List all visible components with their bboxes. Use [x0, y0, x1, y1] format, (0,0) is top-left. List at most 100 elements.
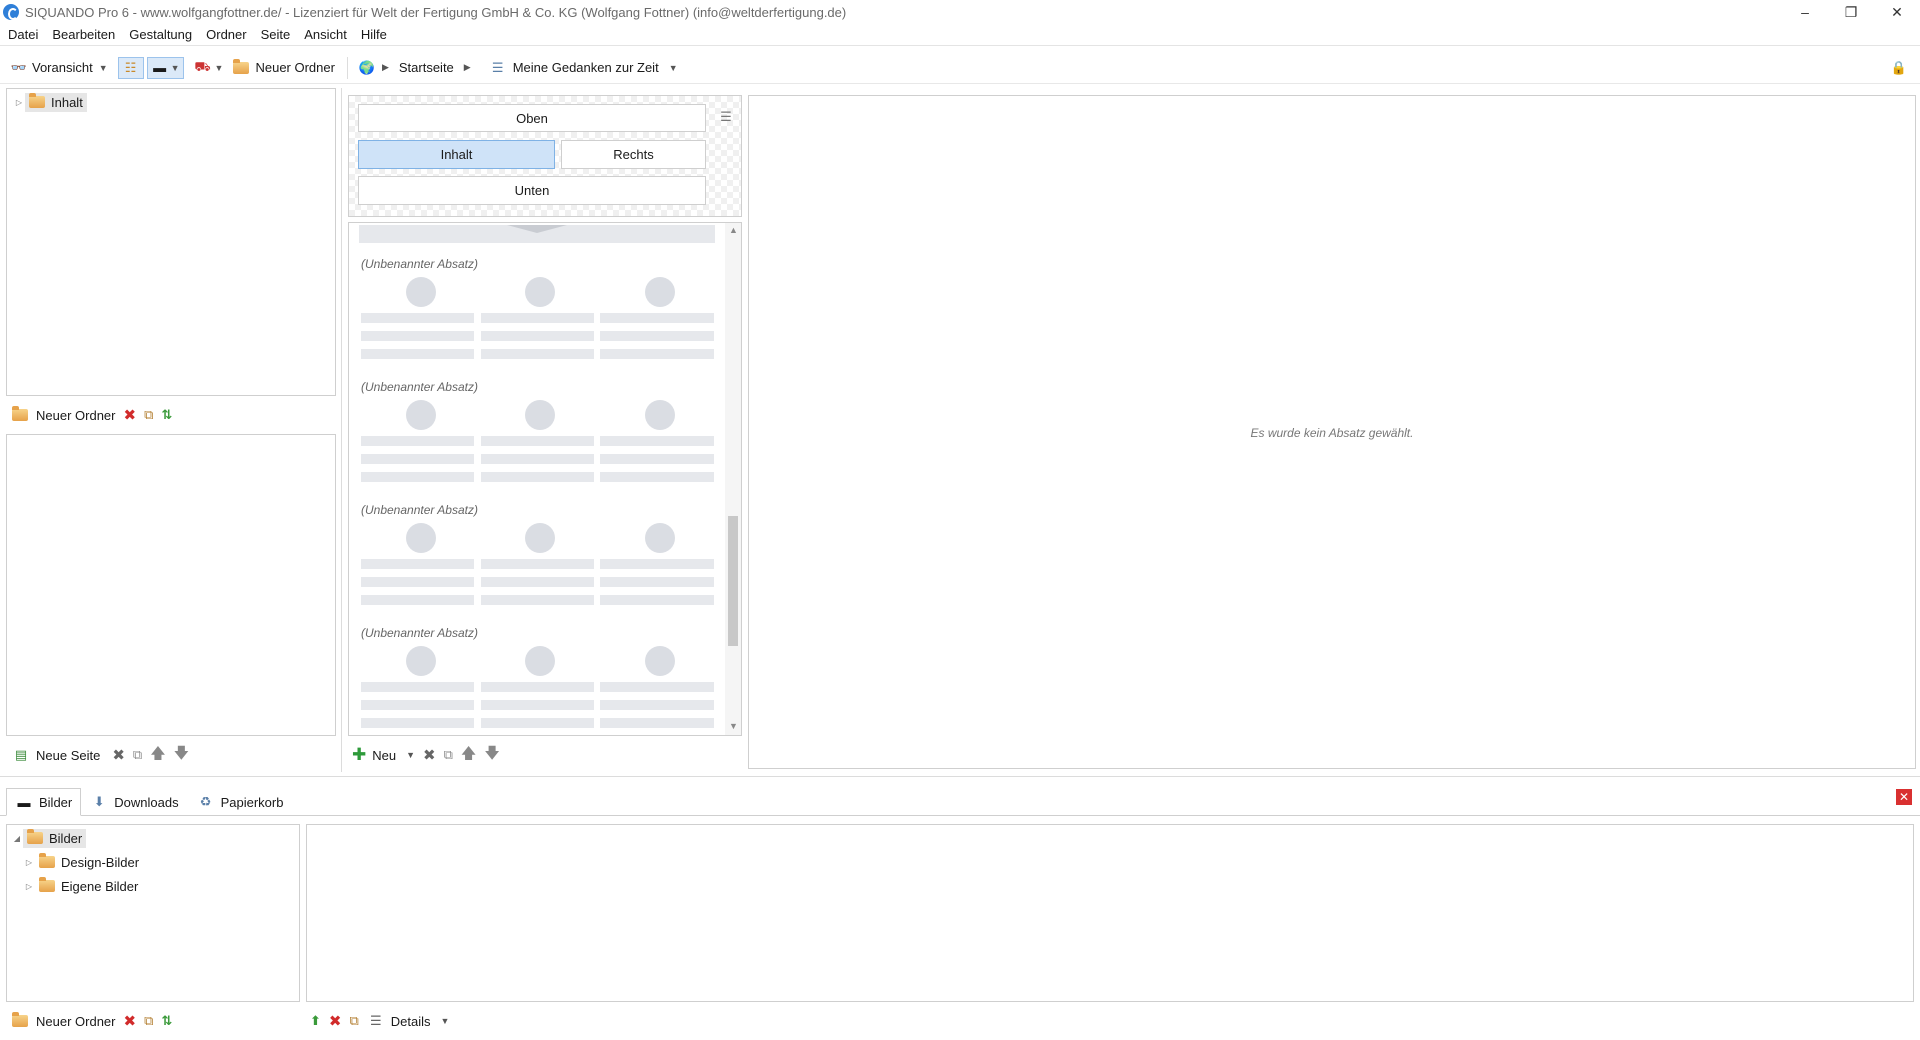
- chevron-down-icon[interactable]: ▼: [171, 63, 180, 73]
- image-icon: ▬: [17, 794, 31, 810]
- delete-page-icon[interactable]: ✖: [112, 746, 125, 764]
- layout-content-button[interactable]: Inhalt: [358, 140, 555, 169]
- tab-downloads[interactable]: ⬇ Downloads: [81, 788, 187, 816]
- placeholder-image-icon: [406, 646, 436, 676]
- tree-node-eigene-bilder[interactable]: ▷ Eigene Bilder: [23, 875, 299, 897]
- paragraph-scrollbar[interactable]: ▲ ▼: [725, 223, 741, 735]
- preview-button[interactable]: 👓 Voransicht ▼: [10, 59, 108, 77]
- publish-button[interactable]: ⛟ ▼: [194, 59, 224, 77]
- minimize-button[interactable]: –: [1782, 0, 1828, 24]
- delete-icon[interactable]: ✖: [123, 1012, 136, 1030]
- placeholder-text-line: [600, 436, 714, 446]
- page-icon: ☰: [491, 59, 504, 75]
- scroll-down-icon[interactable]: ▼: [729, 721, 738, 731]
- menu-ansicht[interactable]: Ansicht: [304, 27, 347, 42]
- new-folder-button[interactable]: Neuer Ordner: [12, 406, 115, 423]
- delete-icon[interactable]: ✖: [329, 1012, 342, 1030]
- sort-icon[interactable]: ⇅: [161, 407, 172, 423]
- menu-datei[interactable]: Datei: [8, 27, 38, 42]
- placeholder-image-icon: [525, 277, 555, 307]
- placeholder-text-line: [361, 682, 474, 692]
- paragraph-item[interactable]: (Unbenannter Absatz): [361, 257, 719, 359]
- new-images-folder-button[interactable]: Neuer Ordner: [12, 1012, 116, 1029]
- new-folder-toolbar-button[interactable]: Neuer Ordner: [233, 58, 335, 75]
- tree-node-design-bilder[interactable]: ▷ Design-Bilder: [23, 851, 299, 873]
- paragraph-actions-bar: ✚ Neu ▼ ✖ ⧉ 🡅 🡇: [352, 741, 508, 769]
- move-up-icon[interactable]: 🡅: [461, 743, 476, 768]
- view-mode-button[interactable]: ☰ Details ▼: [367, 1012, 450, 1030]
- copy-icon[interactable]: ⧉: [144, 1013, 153, 1029]
- new-paragraph-button[interactable]: ✚ Neu ▼: [352, 745, 415, 765]
- chevron-down-icon[interactable]: ▼: [406, 750, 415, 760]
- folder-icon: [39, 877, 55, 892]
- chevron-down-icon[interactable]: ▼: [99, 63, 108, 73]
- chevron-right-icon[interactable]: ▶: [464, 62, 471, 73]
- tab-label: Papierkorb: [220, 794, 284, 810]
- paragraph-item[interactable]: (Unbenannter Absatz): [361, 626, 719, 728]
- sort-icon[interactable]: ⇅: [161, 1013, 172, 1029]
- tab-papierkorb[interactable]: ♻ Papierkorb: [188, 788, 293, 816]
- paragraph-item[interactable]: (Unbenannter Absatz): [361, 503, 719, 605]
- tree-view-icon: ☷: [124, 59, 137, 75]
- folder-actions-bar: Neuer Ordner ✖ ⧉ ⇅: [12, 401, 180, 429]
- site-button[interactable]: 🌍 ▶: [358, 59, 389, 77]
- collapse-icon[interactable]: ◢: [11, 834, 23, 843]
- breadcrumb-page[interactable]: ☰ Meine Gedanken zur Zeit ▼: [489, 59, 678, 77]
- expand-icon[interactable]: ▷: [23, 882, 35, 891]
- import-icon[interactable]: ⬆: [310, 1013, 321, 1029]
- delete-icon[interactable]: ✖: [123, 406, 136, 424]
- close-button[interactable]: ✕: [1874, 0, 1920, 24]
- placeholder-text-line: [361, 559, 474, 569]
- tree-node-inhalt[interactable]: ▷ Inhalt: [13, 91, 335, 113]
- image-view-toggle[interactable]: ▬ ▼: [146, 56, 184, 79]
- chevron-down-icon[interactable]: ▼: [669, 63, 678, 73]
- copy-icon[interactable]: ⧉: [144, 407, 153, 423]
- menu-bearbeiten[interactable]: Bearbeiten: [52, 27, 115, 42]
- chevron-down-icon[interactable]: ▼: [215, 63, 224, 73]
- copy-icon[interactable]: ⧉: [349, 1013, 358, 1029]
- layout-bottom-button[interactable]: Unten: [358, 176, 706, 205]
- list-icon[interactable]: ☰: [717, 108, 735, 126]
- new-page-button[interactable]: ▤ Neue Seite: [12, 746, 100, 764]
- new-folder-label: Neuer Ordner: [36, 1013, 116, 1029]
- maximize-button[interactable]: ❐: [1828, 0, 1874, 24]
- scrollbar-thumb[interactable]: [728, 516, 738, 646]
- menu-seite[interactable]: Seite: [261, 27, 291, 42]
- move-up-icon[interactable]: 🡅: [150, 743, 165, 768]
- placeholder-text-line: [361, 472, 474, 482]
- layout-right-button[interactable]: Rechts: [561, 140, 706, 169]
- placeholder-text-line: [600, 349, 714, 359]
- placeholder-text-line: [600, 559, 714, 569]
- tab-bilder[interactable]: ▬ Bilder: [6, 788, 82, 816]
- paragraph-item[interactable]: (Unbenannter Absatz): [361, 380, 719, 482]
- chevron-down-icon[interactable]: ▼: [441, 1016, 450, 1026]
- expand-icon[interactable]: ▷: [13, 98, 25, 107]
- page-actions-bar: ▤ Neue Seite ✖ ⧉ 🡅 🡇: [12, 741, 197, 769]
- close-panel-icon[interactable]: ✕: [1896, 789, 1912, 805]
- menu-gestaltung[interactable]: Gestaltung: [129, 27, 192, 42]
- move-down-icon[interactable]: 🡇: [484, 743, 499, 768]
- placeholder-image-icon: [525, 400, 555, 430]
- move-down-icon[interactable]: 🡇: [174, 743, 189, 768]
- expand-icon[interactable]: ▷: [23, 858, 35, 867]
- placeholder-text-line: [361, 700, 474, 710]
- placeholder-text-line: [481, 682, 594, 692]
- breadcrumb-home[interactable]: Startseite ▶: [399, 60, 471, 75]
- placeholder-image-icon: [406, 400, 436, 430]
- copy-paragraph-icon[interactable]: ⧉: [444, 747, 453, 763]
- menu-hilfe[interactable]: Hilfe: [361, 27, 387, 42]
- tree-node-bilder[interactable]: ◢ Bilder: [11, 827, 299, 849]
- glasses-icon: 👓: [10, 59, 28, 75]
- copy-page-icon[interactable]: ⧉: [133, 747, 142, 763]
- delete-paragraph-icon[interactable]: ✖: [423, 746, 436, 764]
- layout-top-button[interactable]: Oben: [358, 104, 706, 132]
- vertical-splitter[interactable]: [341, 88, 342, 772]
- lock-icon[interactable]: 🔒: [1890, 59, 1908, 77]
- menu-ordner[interactable]: Ordner: [206, 27, 246, 42]
- placeholder-image-icon: [645, 277, 675, 307]
- tree-view-toggle[interactable]: ☷: [117, 56, 144, 79]
- placeholder-text-line: [481, 454, 594, 464]
- scroll-up-icon[interactable]: ▲: [729, 225, 738, 235]
- chevron-right-icon[interactable]: ▶: [382, 62, 389, 73]
- horizontal-splitter[interactable]: [0, 776, 1920, 777]
